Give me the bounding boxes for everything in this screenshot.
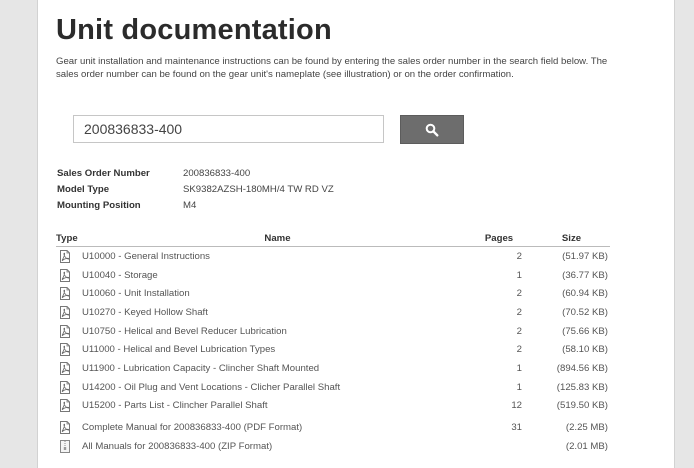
- cell-pages: 1: [516, 381, 522, 393]
- table-row[interactable]: All Manuals for 200836833-400 (ZIP Forma…: [56, 437, 610, 456]
- document-link[interactable]: U10270 - Keyed Hollow Shaft: [82, 307, 208, 318]
- cell-size: (894.56 KB): [556, 362, 608, 374]
- document-link[interactable]: U10060 - Unit Installation: [82, 288, 190, 299]
- order-info: Sales Order Number 200836833-400 Model Typ…: [57, 165, 334, 213]
- cell-pages: 1: [516, 362, 522, 374]
- column-header-size: Size: [525, 229, 610, 247]
- cell-name: U10060 - Unit Installation: [82, 284, 473, 303]
- cell-name: U15200 - Parts List - Clincher Parallel …: [82, 397, 473, 416]
- cell-pages: 2: [516, 344, 522, 356]
- cell-type: [56, 322, 82, 341]
- cell-pages: 1: [516, 269, 522, 281]
- order-info-row: Sales Order Number 200836833-400: [57, 165, 334, 181]
- pdf-icon: [59, 249, 71, 263]
- cell-name: U10270 - Keyed Hollow Shaft: [82, 303, 473, 322]
- cell-size: (2.01 MB): [565, 440, 608, 452]
- cell-name: U10000 - General Instructions: [82, 247, 473, 266]
- pdf-icon: [59, 399, 71, 413]
- document-link[interactable]: Complete Manual for 200836833-400 (PDF F…: [82, 422, 302, 433]
- cell-type: [56, 247, 82, 266]
- cell-size: (75.66 KB): [562, 325, 608, 337]
- table-row[interactable]: U10040 - Storage 1 (36.77 KB): [56, 266, 610, 285]
- cell-type: [56, 303, 82, 322]
- pdf-icon: [59, 287, 71, 301]
- cell-size: (36.77 KB): [562, 269, 608, 281]
- cell-size: (519.50 KB): [556, 400, 608, 412]
- cell-name: All Manuals for 200836833-400 (ZIP Forma…: [82, 437, 473, 456]
- pdf-icon: [59, 305, 71, 319]
- pdf-icon: [59, 268, 71, 282]
- order-info-value: 200836833-400: [183, 167, 251, 179]
- table-row[interactable]: U10000 - General Instructions 2 (51.97 KB): [56, 247, 610, 266]
- cell-size: (70.52 KB): [562, 306, 608, 318]
- document-link[interactable]: U10750 - Helical and Bevel Reducer Lubri…: [82, 326, 287, 337]
- pdf-icon: [59, 421, 71, 435]
- cell-type: [56, 340, 82, 359]
- page-title: Unit documentation: [56, 14, 332, 46]
- table-row[interactable]: U14200 - Oil Plug and Vent Locations - C…: [56, 378, 610, 397]
- table-row[interactable]: Complete Manual for 200836833-400 (PDF F…: [56, 415, 610, 437]
- document-link[interactable]: U10040 - Storage: [82, 270, 158, 281]
- cell-type: [56, 397, 82, 416]
- table-row[interactable]: U11900 - Lubrication Capacity - Clincher…: [56, 359, 610, 378]
- intro-text: Gear unit installation and maintenance i…: [56, 56, 608, 80]
- cell-pages: 12: [511, 400, 522, 412]
- cell-size: (2.25 MB): [565, 422, 608, 434]
- document-link[interactable]: U14200 - Oil Plug and Vent Locations - C…: [82, 382, 340, 393]
- cell-type: [56, 266, 82, 285]
- page-content: Unit documentation Gear unit installatio…: [37, 0, 675, 468]
- column-header-name: Name: [82, 229, 473, 247]
- cell-name: U10040 - Storage: [82, 266, 473, 285]
- cell-size: (60.94 KB): [562, 288, 608, 300]
- documents-table: Type Name Pages Size U10000 - General In…: [56, 229, 610, 456]
- cell-name: U11000 - Helical and Bevel Lubrication T…: [82, 340, 473, 359]
- cell-type: [56, 284, 82, 303]
- zip-icon: [59, 439, 71, 453]
- order-info-label: Mounting Position: [57, 199, 141, 211]
- table-row[interactable]: U10270 - Keyed Hollow Shaft 2 (70.52 KB): [56, 303, 610, 322]
- cell-pages: 2: [516, 306, 522, 318]
- document-link[interactable]: U11900 - Lubrication Capacity - Clincher…: [82, 363, 319, 374]
- order-info-row: Model Type SK9382AZSH-180MH/4 TW RD VZ: [57, 181, 334, 197]
- cell-type: [56, 437, 82, 456]
- cell-name: U11900 - Lubrication Capacity - Clincher…: [82, 359, 473, 378]
- cell-name: Complete Manual for 200836833-400 (PDF F…: [82, 415, 473, 437]
- cell-size: (51.97 KB): [562, 250, 608, 262]
- cell-pages: 31: [511, 422, 522, 434]
- order-info-value: SK9382AZSH-180MH/4 TW RD VZ: [183, 183, 334, 195]
- search-icon: [425, 123, 439, 137]
- pdf-icon: [59, 343, 71, 357]
- cell-type: [56, 378, 82, 397]
- cell-size: (125.83 KB): [556, 381, 608, 393]
- column-header-type: Type: [56, 229, 82, 247]
- cell-pages: 2: [516, 325, 522, 337]
- cell-name: U14200 - Oil Plug and Vent Locations - C…: [82, 378, 473, 397]
- search-button[interactable]: [400, 115, 464, 144]
- pdf-icon: [59, 380, 71, 394]
- cell-pages: 2: [516, 250, 522, 262]
- order-info-value: M4: [183, 199, 197, 211]
- table-row[interactable]: U11000 - Helical and Bevel Lubrication T…: [56, 340, 610, 359]
- cell-type: [56, 359, 82, 378]
- table-header-row: Type Name Pages Size: [56, 229, 610, 247]
- pdf-icon: [59, 361, 71, 375]
- document-link[interactable]: U10000 - General Instructions: [82, 251, 210, 262]
- order-info-label: Sales Order Number: [57, 167, 150, 179]
- document-link[interactable]: U15200 - Parts List - Clincher Parallel …: [82, 400, 268, 411]
- cell-type: [56, 415, 82, 437]
- table-row[interactable]: U15200 - Parts List - Clincher Parallel …: [56, 397, 610, 416]
- search-input[interactable]: [73, 115, 384, 143]
- table-row[interactable]: U10750 - Helical and Bevel Reducer Lubri…: [56, 322, 610, 341]
- cell-pages: [473, 437, 525, 456]
- column-header-pages: Pages: [473, 229, 525, 247]
- pdf-icon: [59, 324, 71, 338]
- cell-name: U10750 - Helical and Bevel Reducer Lubri…: [82, 322, 473, 341]
- cell-size: (58.10 KB): [562, 344, 608, 356]
- cell-pages: 2: [516, 288, 522, 300]
- order-info-row: Mounting Position M4: [57, 197, 334, 213]
- document-link[interactable]: U11000 - Helical and Bevel Lubrication T…: [82, 344, 275, 355]
- document-link[interactable]: All Manuals for 200836833-400 (ZIP Forma…: [82, 441, 272, 452]
- table-row[interactable]: U10060 - Unit Installation 2 (60.94 KB): [56, 284, 610, 303]
- order-info-label: Model Type: [57, 183, 110, 195]
